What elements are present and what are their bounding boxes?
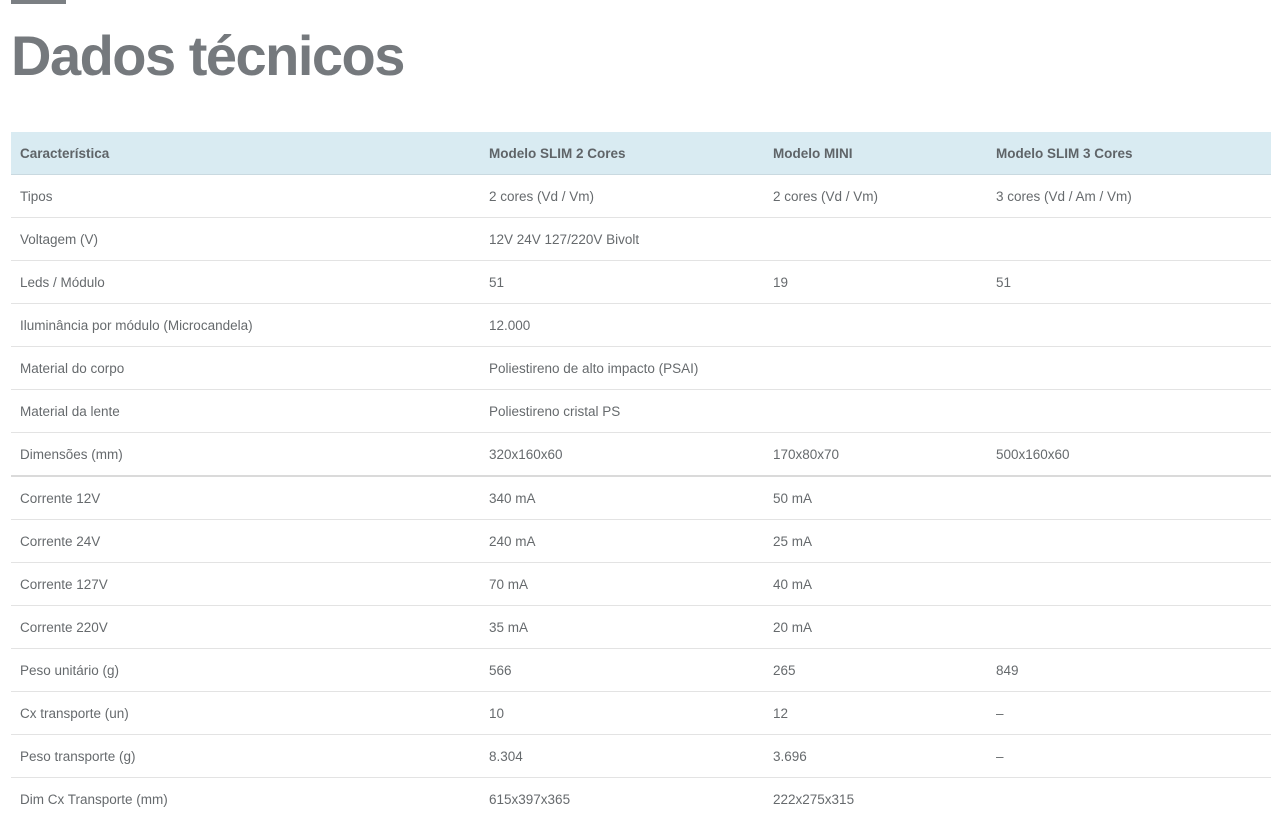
cell-slim-3-cores bbox=[987, 778, 1271, 820]
table-row: Iluminância por módulo (Microcandela) 12… bbox=[11, 304, 1271, 347]
row-label: Corrente 127V bbox=[11, 563, 480, 606]
cell-slim-2-cores: 566 bbox=[480, 649, 764, 692]
cell-slim-2-cores: 2 cores (Vd / Vm) bbox=[480, 175, 764, 218]
cell-slim-2-cores: 12.000 bbox=[480, 304, 764, 347]
cell-mini bbox=[764, 347, 987, 390]
cell-slim-2-cores: 10 bbox=[480, 692, 764, 735]
table-row: Peso unitário (g) 566 265 849 bbox=[11, 649, 1271, 692]
cell-slim-3-cores bbox=[987, 390, 1271, 433]
cell-mini bbox=[764, 304, 987, 347]
row-label: Cx transporte (un) bbox=[11, 692, 480, 735]
row-label: Voltagem (V) bbox=[11, 218, 480, 261]
cell-slim-2-cores: 12V 24V 127/220V Bivolt bbox=[480, 218, 764, 261]
row-label: Iluminância por módulo (Microcandela) bbox=[11, 304, 480, 347]
cell-slim-2-cores: 51 bbox=[480, 261, 764, 304]
cell-slim-2-cores: 35 mA bbox=[480, 606, 764, 649]
cell-slim-2-cores: 340 mA bbox=[480, 476, 764, 520]
table-header-row: Característica Modelo SLIM 2 Cores Model… bbox=[11, 132, 1271, 175]
row-label: Leds / Módulo bbox=[11, 261, 480, 304]
row-label: Material da lente bbox=[11, 390, 480, 433]
table-row: Peso transporte (g) 8.304 3.696 – bbox=[11, 735, 1271, 778]
row-label: Peso transporte (g) bbox=[11, 735, 480, 778]
row-label: Dim Cx Transporte (mm) bbox=[11, 778, 480, 820]
header-modelo-slim-2-cores: Modelo SLIM 2 Cores bbox=[480, 132, 764, 175]
cell-slim-3-cores: – bbox=[987, 692, 1271, 735]
cell-slim-3-cores bbox=[987, 606, 1271, 649]
header-caracteristica: Característica bbox=[11, 132, 480, 175]
cell-mini: 25 mA bbox=[764, 520, 987, 563]
cell-mini: 20 mA bbox=[764, 606, 987, 649]
table-row: Material da lente Poliestireno cristal P… bbox=[11, 390, 1271, 433]
cell-slim-3-cores: 849 bbox=[987, 649, 1271, 692]
table-row: Voltagem (V) 12V 24V 127/220V Bivolt bbox=[11, 218, 1271, 261]
table-row: Material do corpo Poliestireno de alto i… bbox=[11, 347, 1271, 390]
cell-mini: 19 bbox=[764, 261, 987, 304]
cell-mini: 265 bbox=[764, 649, 987, 692]
table-row: Corrente 24V 240 mA 25 mA bbox=[11, 520, 1271, 563]
cell-mini: 2 cores (Vd / Vm) bbox=[764, 175, 987, 218]
header-modelo-mini: Modelo MINI bbox=[764, 132, 987, 175]
cell-slim-3-cores: – bbox=[987, 735, 1271, 778]
row-label: Peso unitário (g) bbox=[11, 649, 480, 692]
row-label: Corrente 12V bbox=[11, 476, 480, 520]
cell-slim-2-cores: Poliestireno cristal PS bbox=[480, 390, 764, 433]
cell-mini: 222x275x315 bbox=[764, 778, 987, 820]
cell-slim-3-cores bbox=[987, 476, 1271, 520]
table-row: Cx transporte (un) 10 12 – bbox=[11, 692, 1271, 735]
table-row: Corrente 12V 340 mA 50 mA bbox=[11, 476, 1271, 520]
cell-slim-3-cores: 3 cores (Vd / Am / Vm) bbox=[987, 175, 1271, 218]
cell-slim-2-cores: 615x397x365 bbox=[480, 778, 764, 820]
cell-slim-3-cores: 500x160x60 bbox=[987, 433, 1271, 477]
cell-mini bbox=[764, 218, 987, 261]
cell-slim-3-cores bbox=[987, 347, 1271, 390]
table-row: Dim Cx Transporte (mm) 615x397x365 222x2… bbox=[11, 778, 1271, 820]
table-row: Dimensões (mm) 320x160x60 170x80x70 500x… bbox=[11, 433, 1271, 477]
table-row: Corrente 220V 35 mA 20 mA bbox=[11, 606, 1271, 649]
cell-mini: 50 mA bbox=[764, 476, 987, 520]
row-label: Corrente 220V bbox=[11, 606, 480, 649]
page-title: Dados técnicos bbox=[11, 26, 404, 86]
row-label: Corrente 24V bbox=[11, 520, 480, 563]
cell-mini: 3.696 bbox=[764, 735, 987, 778]
table-row: Tipos 2 cores (Vd / Vm) 2 cores (Vd / Vm… bbox=[11, 175, 1271, 218]
cell-mini: 40 mA bbox=[764, 563, 987, 606]
cell-mini: 170x80x70 bbox=[764, 433, 987, 477]
cell-slim-3-cores bbox=[987, 563, 1271, 606]
cell-slim-2-cores: 240 mA bbox=[480, 520, 764, 563]
cell-slim-3-cores bbox=[987, 218, 1271, 261]
cell-mini: 12 bbox=[764, 692, 987, 735]
cell-mini bbox=[764, 390, 987, 433]
cell-slim-3-cores: 51 bbox=[987, 261, 1271, 304]
specs-table: Característica Modelo SLIM 2 Cores Model… bbox=[11, 132, 1271, 820]
title-accent-bar bbox=[11, 0, 66, 4]
cell-slim-3-cores bbox=[987, 304, 1271, 347]
cell-slim-2-cores: 320x160x60 bbox=[480, 433, 764, 477]
row-label: Tipos bbox=[11, 175, 480, 218]
row-label: Dimensões (mm) bbox=[11, 433, 480, 477]
specs-table-header: Característica Modelo SLIM 2 Cores Model… bbox=[11, 132, 1271, 175]
specs-table-body: Tipos 2 cores (Vd / Vm) 2 cores (Vd / Vm… bbox=[11, 175, 1271, 820]
cell-slim-3-cores bbox=[987, 520, 1271, 563]
header-modelo-slim-3-cores: Modelo SLIM 3 Cores bbox=[987, 132, 1271, 175]
cell-slim-2-cores: Poliestireno de alto impacto (PSAI) bbox=[480, 347, 764, 390]
cell-slim-2-cores: 8.304 bbox=[480, 735, 764, 778]
cell-slim-2-cores: 70 mA bbox=[480, 563, 764, 606]
table-row: Corrente 127V 70 mA 40 mA bbox=[11, 563, 1271, 606]
row-label: Material do corpo bbox=[11, 347, 480, 390]
table-row: Leds / Módulo 51 19 51 bbox=[11, 261, 1271, 304]
